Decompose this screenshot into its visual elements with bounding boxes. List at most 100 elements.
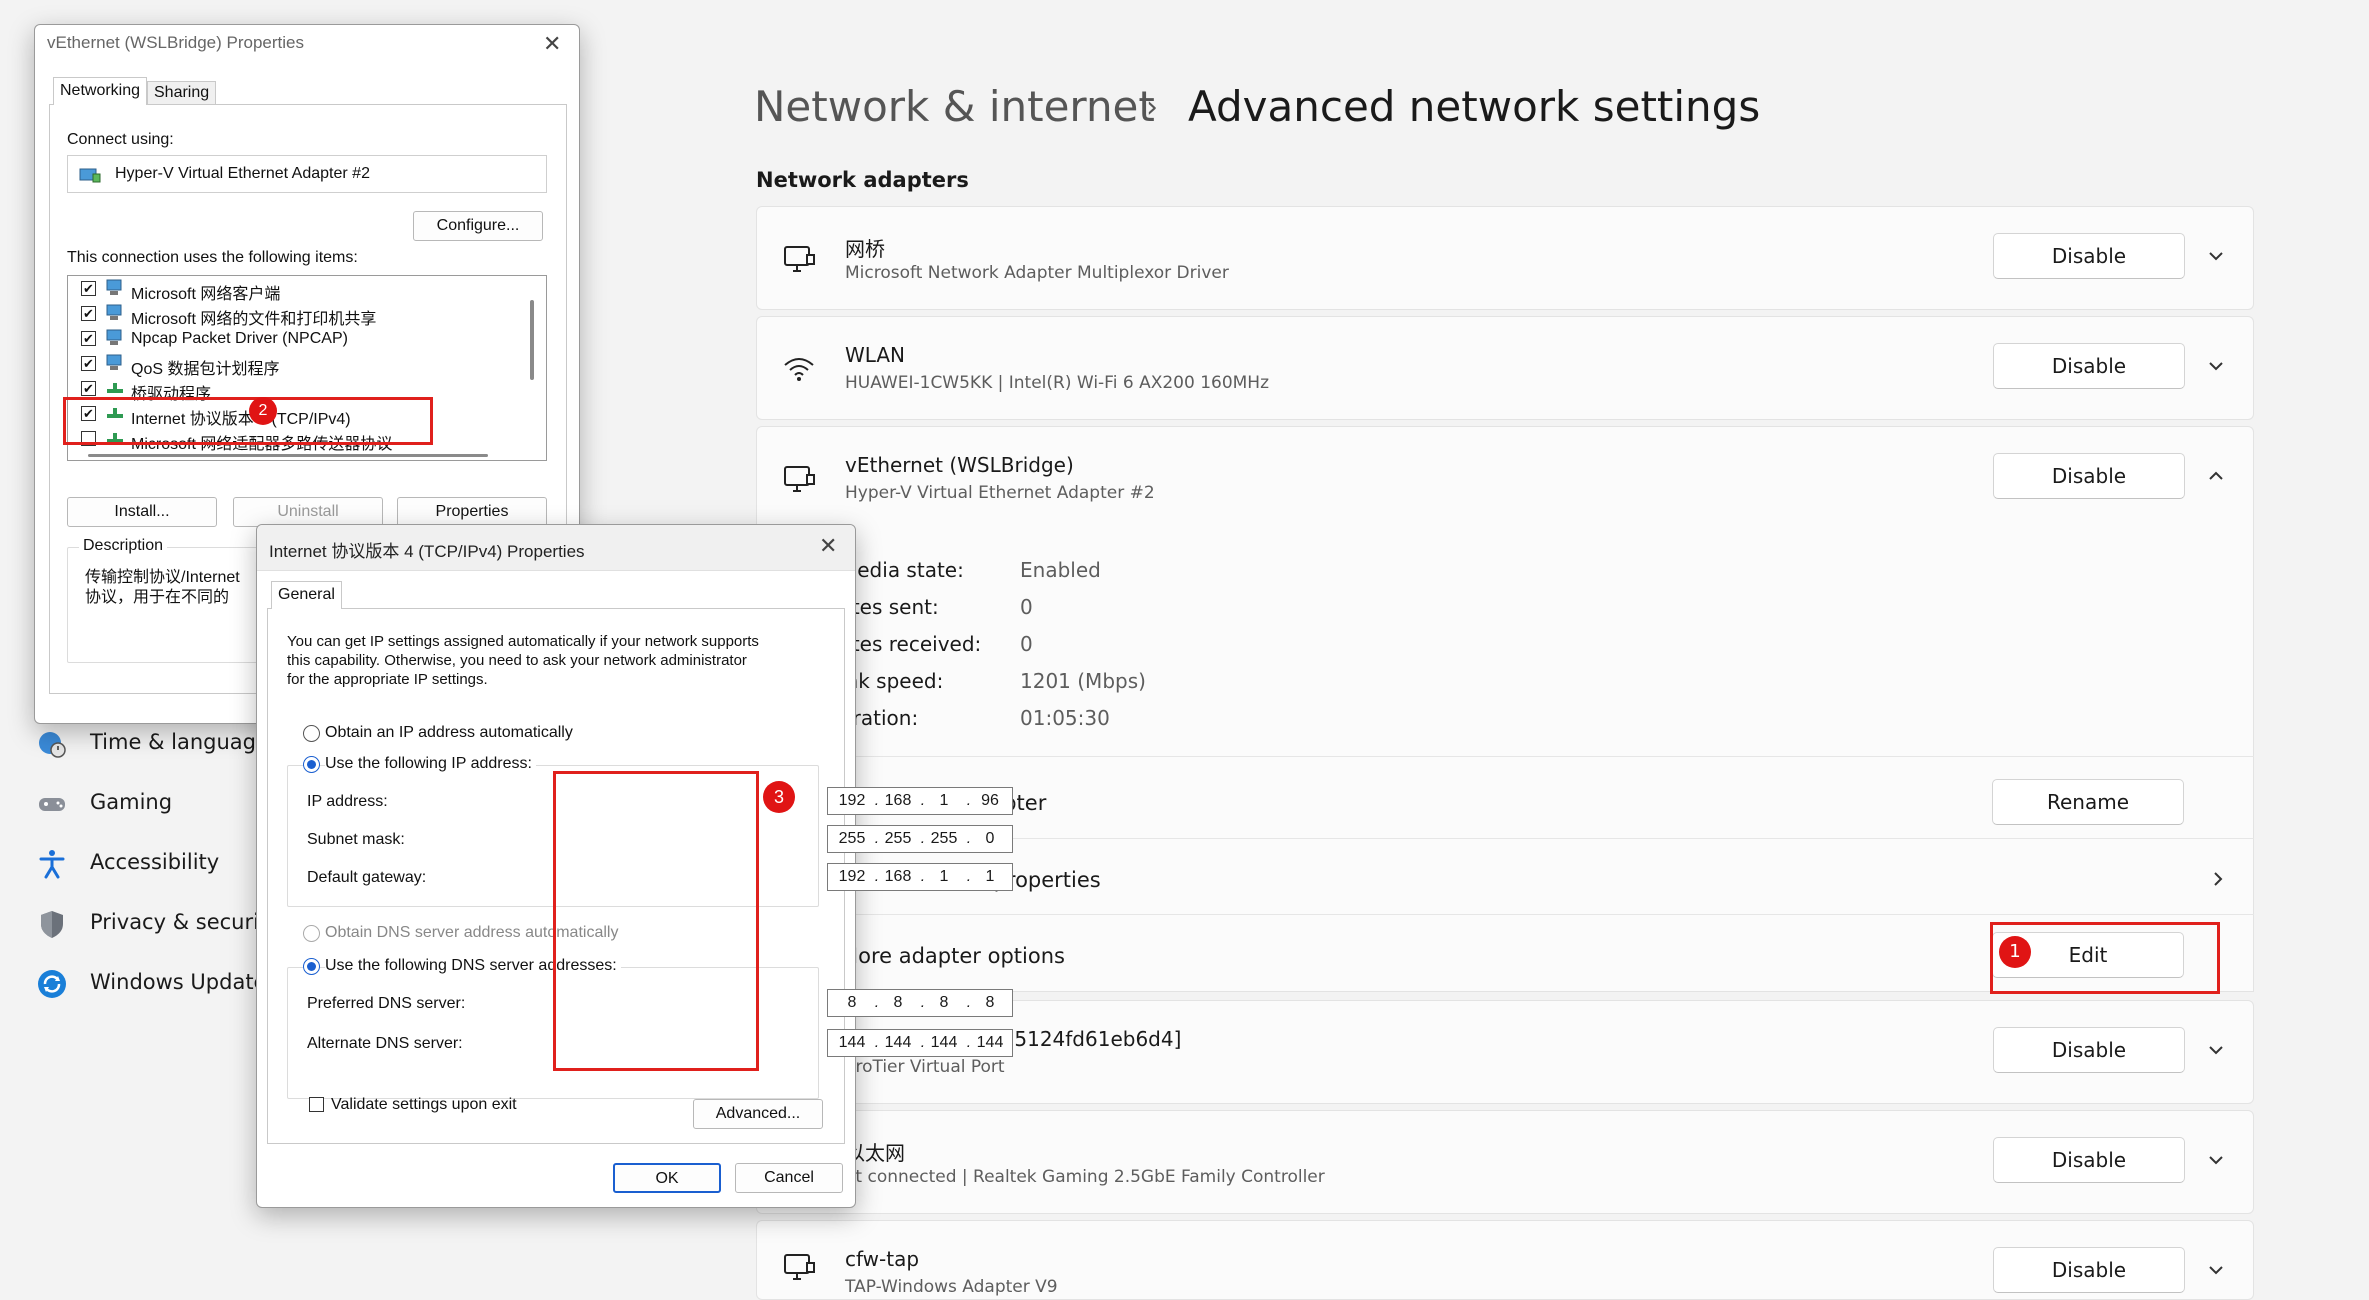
network-adapter-icon xyxy=(79,168,101,183)
preferred-dns-input[interactable]: 8. 8. 8. 8 xyxy=(827,989,1013,1017)
adapter-card-ethernet[interactable]: 以太网 ot connected | Realtek Gaming 2.5GbE… xyxy=(756,1110,2254,1214)
adapter-desc: HUAWEI-1CW5KK | Intel(R) Wi-Fi 6 AX200 1… xyxy=(845,373,1270,393)
item-label[interactable]: Microsoft 网络的文件和打印机共享 xyxy=(131,305,376,329)
chevron-down-icon[interactable] xyxy=(2203,243,2229,269)
intro-text: this capability. Otherwise, you need to … xyxy=(287,652,747,669)
annotation-box-ipv4-item xyxy=(63,397,433,445)
item-checkbox[interactable]: ✔ xyxy=(81,381,96,396)
breadcrumb-separator: › xyxy=(1146,90,1158,125)
annotation-badge-2: 2 xyxy=(249,397,277,425)
gateway-input[interactable]: 192. 168. 1. 1 xyxy=(827,863,1013,891)
disable-button[interactable]: Disable xyxy=(1993,343,2185,389)
intro-text: You can get IP settings assigned automat… xyxy=(287,633,759,650)
annotation-badge-1: 1 xyxy=(1999,936,2031,968)
subnet-mask-label: Subnet mask: xyxy=(307,831,405,848)
disable-button[interactable]: Disable xyxy=(1993,1027,2185,1073)
prop-value: 0 xyxy=(1020,632,1033,656)
prop-value: 1201 (Mbps) xyxy=(1020,669,1146,693)
connect-using-label: Connect using: xyxy=(67,131,174,148)
accessibility-icon xyxy=(39,850,65,879)
chevron-right-icon[interactable] xyxy=(2206,866,2230,892)
tab-sharing[interactable]: Sharing xyxy=(147,81,217,105)
use-ip-label[interactable]: Use the following IP address: xyxy=(325,755,536,773)
rename-button[interactable]: Rename xyxy=(1992,779,2184,825)
section-title: Network adapters xyxy=(756,168,969,192)
ip-address-label: IP address: xyxy=(307,793,388,810)
shield-icon xyxy=(41,911,63,938)
item-label[interactable]: Npcap Packet Driver (NPCAP) xyxy=(131,330,348,348)
configure-button[interactable]: Configure... xyxy=(413,211,543,241)
description-text: 协议，用于在不同的 xyxy=(85,589,230,606)
adapter-name: cfw-tap xyxy=(845,1247,920,1271)
network-client-icon xyxy=(106,279,122,295)
validate-checkbox[interactable] xyxy=(309,1097,324,1112)
more-options-row-label: More adapter options xyxy=(840,944,1065,968)
advanced-button[interactable]: Advanced... xyxy=(693,1099,823,1129)
chevron-down-icon[interactable] xyxy=(2203,1037,2229,1063)
chevron-down-icon[interactable] xyxy=(2203,1147,2229,1173)
divider xyxy=(756,914,2254,915)
monitor-network-icon xyxy=(784,1254,815,1280)
gateway-label: Default gateway: xyxy=(307,869,427,886)
adapter-name: 网桥 xyxy=(845,237,885,261)
divider xyxy=(756,756,2254,757)
horizontal-scrollbar[interactable] xyxy=(88,454,488,457)
use-ip-radio[interactable] xyxy=(303,756,320,773)
scrollbar[interactable] xyxy=(530,300,534,380)
disable-button[interactable]: Disable xyxy=(1993,1247,2185,1293)
adapter-desc: ot connected | Realtek Gaming 2.5GbE Fam… xyxy=(845,1167,1325,1187)
item-checkbox[interactable]: ✔ xyxy=(81,306,96,321)
chevron-up-icon[interactable] xyxy=(2203,463,2229,489)
item-checkbox[interactable]: ✔ xyxy=(81,331,96,346)
disable-button[interactable]: Disable xyxy=(1993,233,2185,279)
adapter-card-wlan[interactable]: WLAN HUAWEI-1CW5KK | Intel(R) Wi-Fi 6 AX… xyxy=(756,316,2254,420)
install-button[interactable]: Install... xyxy=(67,497,217,527)
adapter-desc: eroTier Virtual Port xyxy=(845,1057,1005,1077)
globe-clock-icon xyxy=(39,732,66,758)
ipv4-properties-dialog: Internet 协议版本 4 (TCP/IPv4) Properties ✕ … xyxy=(256,524,1013,1208)
properties-button[interactable]: Properties xyxy=(397,497,547,527)
chevron-down-icon[interactable] xyxy=(2203,353,2229,379)
adapter-desc: Hyper-V Virtual Ethernet Adapter #2 xyxy=(845,483,1155,503)
annotation-box-ip-fields xyxy=(553,771,759,1071)
description-label: Description xyxy=(79,537,168,555)
items-label: This connection uses the following items… xyxy=(67,249,358,266)
alternate-dns-input[interactable]: 144. 144. 144. 144 xyxy=(827,1029,1013,1057)
breadcrumb-parent[interactable]: Network & internet xyxy=(754,82,1155,131)
validate-label[interactable]: Validate settings upon exit xyxy=(331,1096,517,1114)
adapter-desc: TAP-Windows Adapter V9 xyxy=(845,1277,1058,1297)
network-service-icon xyxy=(106,304,122,320)
prop-value: Enabled xyxy=(1020,558,1101,582)
subnet-mask-input[interactable]: 255. 255. 255. 0 xyxy=(827,825,1013,853)
adapter-card-cfw-tap[interactable]: cfw-tap TAP-Windows Adapter V9 Disable xyxy=(756,1220,2254,1300)
adapter-card-bridge[interactable]: 网桥 Microsoft Network Adapter Multiplexor… xyxy=(756,206,2254,310)
use-dns-radio[interactable] xyxy=(303,958,320,975)
cancel-button[interactable]: Cancel xyxy=(735,1163,843,1193)
preferred-dns-label: Preferred DNS server: xyxy=(307,995,466,1012)
uninstall-button[interactable]: Uninstall xyxy=(233,497,383,527)
disable-button[interactable]: Disable xyxy=(1993,453,2185,499)
close-icon[interactable]: ✕ xyxy=(819,533,837,559)
prop-label: ytes received: xyxy=(840,632,982,656)
item-label[interactable]: Microsoft 网络客户端 xyxy=(131,280,280,304)
item-checkbox[interactable]: ✔ xyxy=(81,356,96,371)
tab-general[interactable]: General xyxy=(271,581,342,609)
item-label[interactable]: QoS 数据包计划程序 xyxy=(131,355,279,379)
protocol-icon xyxy=(107,383,123,393)
network-service-icon xyxy=(106,354,122,370)
ok-button[interactable]: OK xyxy=(613,1163,721,1193)
adapter-card-vethernet[interactable]: vEthernet (WSLBridge) Hyper-V Virtual Et… xyxy=(756,426,2254,530)
item-checkbox[interactable]: ✔ xyxy=(81,281,96,296)
disable-button[interactable]: Disable xyxy=(1993,1137,2185,1183)
prop-value: 01:05:30 xyxy=(1020,706,1110,730)
gamepad-icon xyxy=(39,798,65,811)
close-icon[interactable]: ✕ xyxy=(543,31,561,57)
obtain-ip-auto-radio[interactable] xyxy=(303,725,320,742)
ip-address-input[interactable]: 192. 168. 1. 96 xyxy=(827,787,1013,815)
chevron-down-icon[interactable] xyxy=(2203,1257,2229,1283)
obtain-dns-auto-radio[interactable] xyxy=(303,925,320,942)
wifi-icon xyxy=(784,358,814,381)
annotation-badge-3: 3 xyxy=(763,781,795,813)
obtain-ip-auto-label[interactable]: Obtain an IP address automatically xyxy=(325,724,573,742)
tab-networking[interactable]: Networking xyxy=(53,77,148,105)
